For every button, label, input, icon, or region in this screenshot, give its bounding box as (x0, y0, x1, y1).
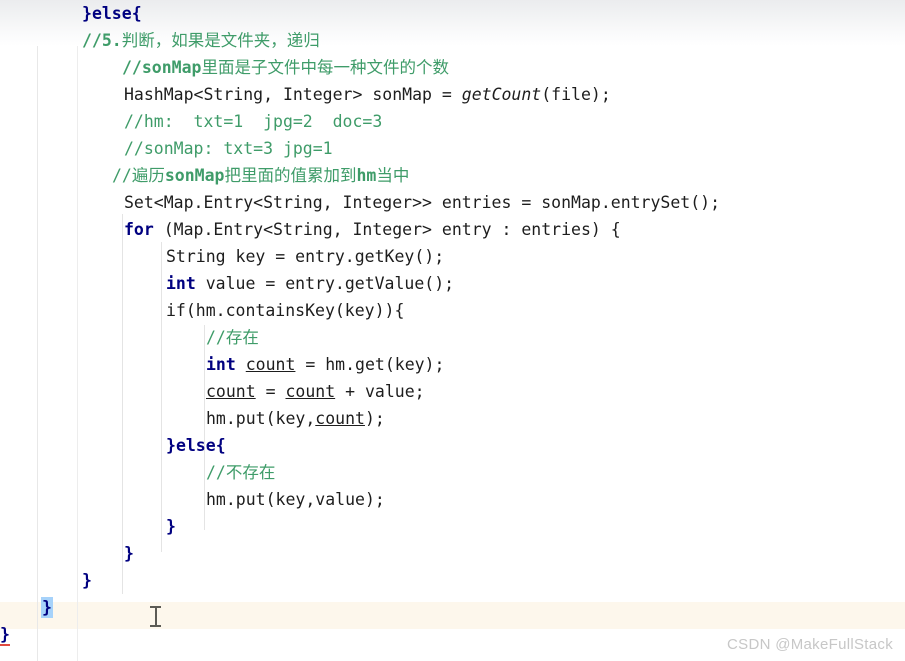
code-token: //hm: txt=1 jpg=2 doc=3 (124, 112, 383, 131)
code-line[interactable]: hm.put(key,value); (0, 486, 385, 513)
code-token: hm.put(key,value); (206, 490, 385, 509)
code-token: 遍历 (131, 166, 165, 185)
code-line[interactable]: String key = entry.getKey(); (0, 243, 444, 270)
code-token: Set<Map.Entry<String, Integer>> entries … (124, 193, 721, 212)
code-token: (Map.Entry<String, Integer> entry : entr… (153, 220, 621, 239)
code-line[interactable]: } (0, 621, 10, 648)
code-line[interactable]: hm.put(key,count); (0, 405, 385, 432)
code-token: } (82, 571, 92, 590)
code-token: } (41, 597, 53, 618)
code-line[interactable]: int value = entry.getValue(); (0, 270, 454, 297)
code-token: else (175, 436, 216, 455)
code-token: 把里面的值累加到 (224, 166, 357, 185)
code-line[interactable]: //hm: txt=1 jpg=2 doc=3 (0, 108, 382, 135)
code-token: // (112, 166, 132, 185)
code-token: String key = entry.getKey(); (166, 247, 445, 266)
code-token: { (131, 4, 142, 23)
code-token: + value; (335, 382, 425, 401)
code-token: if(hm.containsKey(key)){ (166, 301, 405, 320)
code-line[interactable]: //5.判断，如果是文件夹，递归 (0, 27, 320, 54)
code-token: } (82, 4, 92, 23)
code-token: 存在 (225, 328, 259, 347)
code-token: hm (356, 166, 377, 185)
code-line[interactable]: }else{ (0, 0, 142, 27)
code-token: //sonMap (122, 58, 202, 77)
code-token: value = entry.getValue(); (195, 274, 455, 293)
code-token: (file); (541, 85, 611, 104)
code-line[interactable]: //sonMap: txt=3 jpg=1 (0, 135, 333, 162)
code-editor[interactable]: }else{//5.判断，如果是文件夹，递归//sonMap里面是子文件中每一种… (0, 0, 905, 661)
code-token: ); (364, 409, 385, 428)
code-token: count (245, 355, 296, 374)
code-token: 判断，如果是文件夹，递归 (121, 31, 320, 50)
code-line[interactable]: int count = hm.get(key); (0, 351, 444, 378)
code-token: sonMap (164, 166, 225, 185)
code-token: HashMap<String, Integer> sonMap = (124, 85, 462, 104)
code-line[interactable]: //遍历sonMap把里面的值累加到hm当中 (0, 162, 409, 189)
code-token: hm.put(key, (206, 409, 316, 428)
code-token: //sonMap: txt=3 jpg=1 (124, 139, 333, 158)
code-line[interactable]: if(hm.containsKey(key)){ (0, 297, 404, 324)
code-line[interactable]: }else{ (0, 432, 226, 459)
code-line[interactable]: HashMap<String, Integer> sonMap = getCou… (0, 81, 611, 108)
code-token: // (206, 463, 226, 482)
code-content[interactable]: }else{//5.判断，如果是文件夹，递归//sonMap里面是子文件中每一种… (0, 0, 905, 661)
text-cursor-icon (150, 606, 161, 627)
code-token: } (166, 517, 176, 536)
code-line[interactable]: for (Map.Entry<String, Integer> entry : … (0, 216, 621, 243)
code-token: 里面是子文件中每一种文件的个数 (201, 58, 449, 77)
watermark: CSDN @MakeFullStack (727, 636, 893, 653)
code-token: int (166, 274, 196, 293)
code-token: 不存在 (225, 463, 276, 482)
code-line[interactable]: count = count + value; (0, 378, 425, 405)
code-token: count (206, 382, 256, 401)
code-token: for (124, 220, 154, 239)
code-line[interactable]: } (0, 594, 53, 621)
code-token: } (124, 544, 134, 563)
code-token: } (166, 436, 176, 455)
code-token: = hm.get(key); (295, 355, 445, 374)
code-line[interactable]: //存在 (0, 324, 259, 351)
code-line[interactable]: } (0, 540, 134, 567)
code-line[interactable]: //不存在 (0, 459, 275, 486)
code-token: int (206, 355, 236, 374)
code-line[interactable]: } (0, 567, 92, 594)
code-line[interactable]: Set<Map.Entry<String, Integer>> entries … (0, 189, 720, 216)
code-token: 当中 (376, 166, 410, 185)
code-token: else (91, 4, 132, 23)
code-token: { (215, 436, 226, 455)
code-token: } (0, 625, 10, 646)
code-token: // (206, 328, 226, 347)
code-line[interactable]: //sonMap里面是子文件中每一种文件的个数 (0, 54, 449, 81)
code-token: = (255, 382, 286, 401)
code-token: //5. (82, 31, 122, 50)
code-token: count (315, 409, 365, 428)
code-line[interactable]: } (0, 513, 176, 540)
code-token: getCount (461, 85, 542, 104)
code-token: count (285, 382, 336, 401)
